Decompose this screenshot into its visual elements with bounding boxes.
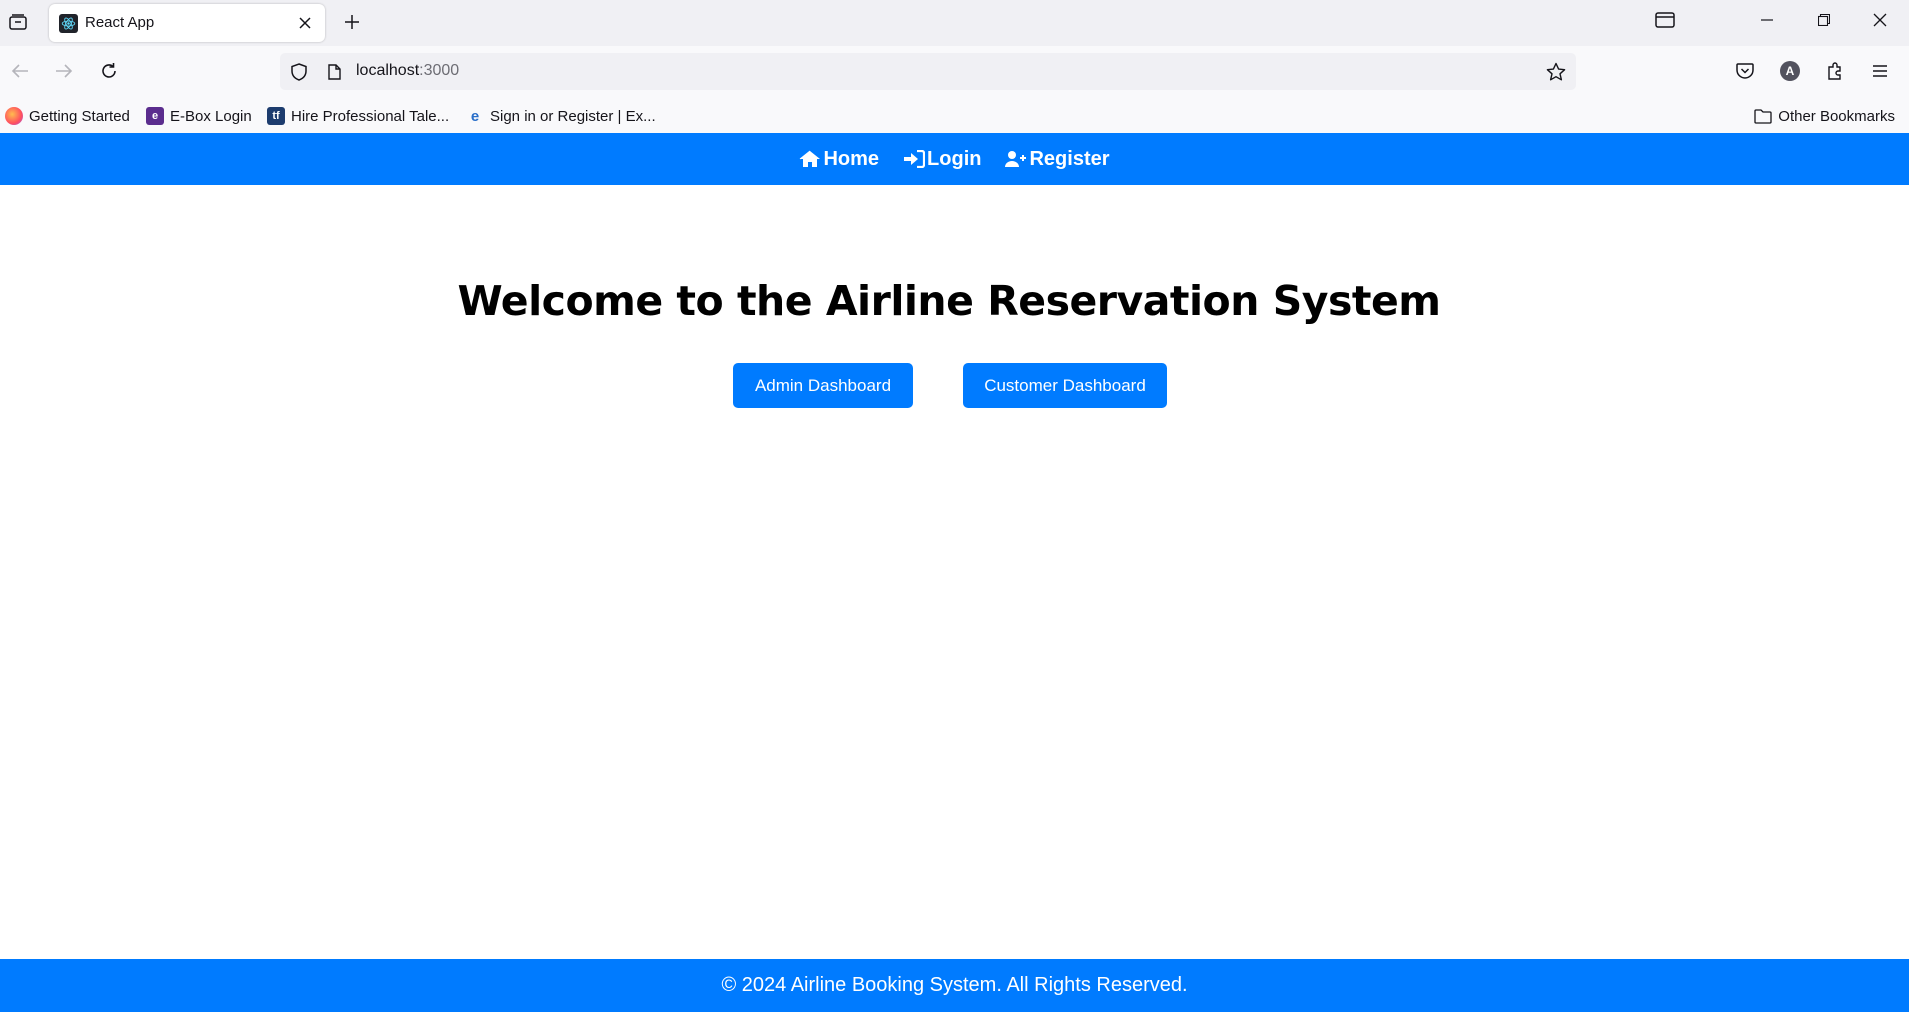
bookmarks-toolbar: Getting Started e E-Box Login tf Hire Pr… <box>0 98 1909 133</box>
page-content: Home Login Register Welcome to the Airli… <box>0 133 1909 1012</box>
nav-register-label: Register <box>1029 147 1110 170</box>
bookmark-label: Getting Started <box>29 107 130 125</box>
restore-icon[interactable] <box>1801 0 1847 40</box>
extensions-icon[interactable] <box>1820 56 1850 86</box>
ebox-icon: e <box>146 107 164 125</box>
bookmark-getting-started[interactable]: Getting Started <box>5 106 130 126</box>
folder-icon <box>1754 107 1772 125</box>
account-avatar[interactable]: A <box>1775 56 1805 86</box>
customer-dashboard-button[interactable]: Customer Dashboard <box>963 363 1167 408</box>
login-icon <box>904 150 926 168</box>
window-close-icon[interactable] <box>1857 0 1903 40</box>
url-port: :3000 <box>419 62 460 79</box>
bookmark-star-icon[interactable] <box>1544 60 1568 84</box>
react-icon <box>59 14 78 33</box>
bookmark-label: Sign in or Register | Ex... <box>490 107 656 125</box>
nav-home-link[interactable]: Home <box>799 148 879 171</box>
url-host: localhost <box>356 62 420 79</box>
browser-tab-bar: React App <box>0 0 1909 46</box>
browser-tab[interactable]: React App <box>49 4 325 42</box>
home-icon <box>800 150 821 167</box>
nav-register-link[interactable]: Register <box>1005 147 1110 171</box>
ex-icon: e <box>470 107 480 125</box>
bookmark-label: E-Box Login <box>170 107 252 125</box>
admin-dashboard-button[interactable]: Admin Dashboard <box>733 363 913 408</box>
address-bar[interactable]: localhost:3000 <box>280 53 1576 90</box>
browser-toolbar: localhost:3000 A <box>0 46 1909 98</box>
bookmark-hire-professional[interactable]: tf Hire Professional Tale... <box>267 106 449 126</box>
url-text[interactable]: localhost:3000 <box>356 62 459 80</box>
window-tab-icon[interactable] <box>1642 0 1688 40</box>
pocket-icon[interactable] <box>1730 56 1760 86</box>
forward-icon[interactable] <box>49 56 79 86</box>
footer-text: © 2024 Airline Booking System. All Right… <box>721 974 1188 996</box>
close-icon[interactable] <box>293 11 317 35</box>
minimize-icon[interactable] <box>1744 0 1790 40</box>
firefox-icon <box>5 107 23 125</box>
nav-home-label: Home <box>823 147 880 170</box>
page-footer: © 2024 Airline Booking System. All Right… <box>0 959 1909 1012</box>
menu-icon[interactable] <box>1865 56 1895 86</box>
bookmark-ebox-login[interactable]: e E-Box Login <box>146 106 252 126</box>
bookmark-sign-in-register[interactable]: e Sign in or Register | Ex... <box>466 106 656 126</box>
tf-icon: tf <box>267 107 285 125</box>
nav-login-label: Login <box>927 147 982 170</box>
bookmark-label: Hire Professional Tale... <box>291 107 450 125</box>
profile-initial: A <box>1780 61 1800 81</box>
shield-icon[interactable] <box>288 61 310 83</box>
new-tab-icon[interactable] <box>338 8 366 36</box>
app-navbar: Home Login Register <box>0 133 1909 185</box>
reload-icon[interactable] <box>94 56 124 86</box>
other-bookmarks-label: Other Bookmarks <box>1778 107 1895 125</box>
back-icon[interactable] <box>5 56 35 86</box>
page-title: Welcome to the Airline Reservation Syste… <box>457 277 1441 325</box>
other-bookmarks[interactable]: Other Bookmarks <box>1754 106 1895 126</box>
user-plus-icon <box>1005 151 1027 167</box>
tab-title: React App <box>85 14 155 31</box>
tab-list-icon[interactable] <box>4 8 32 36</box>
page-icon[interactable] <box>324 61 344 83</box>
nav-login-link[interactable]: Login <box>903 148 981 171</box>
